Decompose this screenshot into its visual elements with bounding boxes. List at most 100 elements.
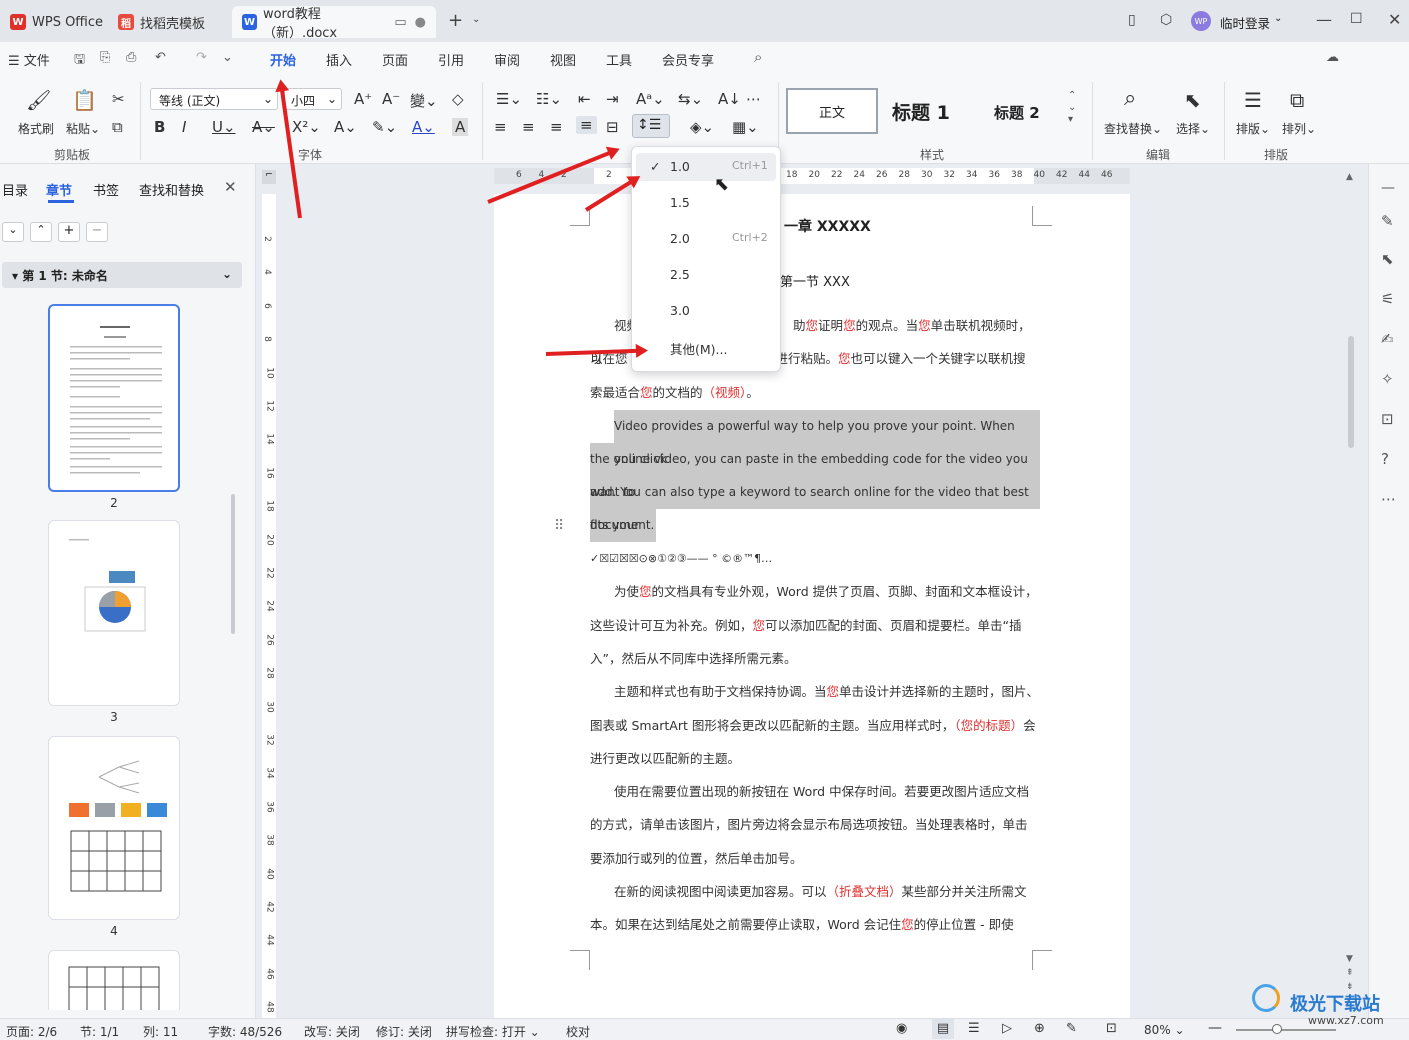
line-spacing-option-3.0[interactable]: 3.0 (636, 297, 776, 325)
maximize-icon[interactable]: ☐ (1350, 11, 1363, 27)
menu-tools[interactable]: 工具 (606, 50, 632, 69)
text-effect-icon[interactable]: A⌄ (334, 118, 357, 136)
arrange-button[interactable]: 排版⌄ (1236, 120, 1270, 137)
border-icon[interactable]: ▦⌄ (732, 118, 759, 136)
grow-font-icon[interactable]: A⁺ (354, 90, 372, 108)
shading-icon[interactable]: ◈⌄ (690, 118, 714, 136)
italic-icon[interactable]: I (182, 118, 186, 136)
file-menu[interactable]: ☰ 文件 (8, 50, 50, 69)
drag-handle-icon[interactable]: ⠿ (554, 518, 564, 534)
cube-icon[interactable]: ⬡ (1160, 12, 1172, 28)
line-spacing-option-1.5[interactable]: 1.5 (636, 189, 776, 217)
line-spacing-option-1.0[interactable]: ✓ 1.0 Ctrl+1 (636, 153, 776, 181)
paste-button[interactable]: 粘贴⌄ (66, 120, 100, 137)
layout-icon[interactable]: ▯ (1128, 12, 1136, 28)
line-spacing-button[interactable]: ↕☰ (632, 114, 670, 138)
style-heading2[interactable]: 标题 2 (994, 102, 1040, 123)
menu-home[interactable]: 开始 (270, 50, 296, 69)
paragraph-mark-icon[interactable]: ⋯ (746, 90, 761, 108)
fit-page-icon[interactable]: ⊡ (1106, 1021, 1117, 1036)
more-icon[interactable]: ⋯ (1381, 490, 1396, 508)
zoom-slider[interactable] (1236, 1029, 1336, 1031)
page-thumbnail-3[interactable] (48, 520, 180, 706)
line-spacing-option-2.5[interactable]: 2.5 (636, 261, 776, 289)
remove-section-icon[interactable]: − (86, 222, 108, 242)
menu-view[interactable]: 视图 (550, 50, 576, 69)
more-chevron-icon[interactable]: ⌄ (222, 50, 233, 65)
status-revise[interactable]: 修订: 关闭 (376, 1023, 432, 1040)
page-thumbnail-2[interactable] (48, 304, 180, 492)
superscript-icon[interactable]: X²⌄ (292, 118, 321, 136)
collapse-icon[interactable]: ⌄ (2, 222, 24, 242)
collapse-sidebar-icon[interactable]: — (1381, 180, 1395, 196)
status-spellcheck[interactable]: 拼写检查: 打开 ⌄ (446, 1023, 540, 1040)
redo-icon[interactable]: ↷ (196, 50, 207, 65)
status-page[interactable]: 页面: 2/6 (6, 1023, 57, 1040)
page-thumbnail-4[interactable] (48, 736, 180, 920)
zoom-slider-thumb[interactable] (1272, 1024, 1282, 1034)
shrink-font-icon[interactable]: A⁻ (382, 90, 400, 108)
underline-icon[interactable]: U⌄ (212, 118, 236, 136)
minimize-icon[interactable]: — (1316, 10, 1332, 29)
increase-indent-icon[interactable]: ⇥ (606, 90, 619, 108)
ruler-corner-icon[interactable]: ⌐ (262, 170, 276, 184)
copy-icon[interactable]: ⧉ (112, 118, 123, 136)
chevron-down-icon[interactable]: ⌄ (472, 14, 480, 25)
format-painter-button[interactable]: 格式刷 (18, 120, 54, 137)
export-icon[interactable]: ⎘ (100, 50, 110, 65)
menu-page[interactable]: 页面 (382, 50, 408, 69)
new-tab-plus-icon[interactable]: + (448, 10, 463, 31)
menu-review[interactable]: 审阅 (494, 50, 520, 69)
bullet-list-icon[interactable]: ☰⌄ (496, 90, 522, 108)
undo-icon[interactable]: ↶ (155, 50, 166, 65)
find-replace-icon[interactable]: ⌕ (1124, 86, 1136, 111)
pen-mode-icon[interactable]: ✎ (1066, 1021, 1077, 1036)
add-section-icon[interactable]: + (58, 222, 80, 242)
scroll-up-icon[interactable]: ▲ (1346, 172, 1353, 182)
decrease-indent-icon[interactable]: ⇤ (578, 90, 591, 108)
ai-write-icon[interactable]: ✍ (1381, 330, 1394, 348)
section-item[interactable]: ▾ 第 1 节: 未命名 ⌄ (2, 262, 242, 288)
zoom-out-icon[interactable]: — (1208, 1020, 1222, 1036)
convert-icon[interactable]: ⇆⌄ (678, 90, 703, 108)
eye-icon[interactable]: ◉ (896, 1021, 907, 1036)
order-button[interactable]: 排列⌄ (1282, 120, 1316, 137)
font-size-select[interactable]: 小四 ⌄ (284, 88, 342, 110)
menu-references[interactable]: 引用 (438, 50, 464, 69)
doc-scrollbar[interactable] (1348, 336, 1354, 448)
styles-scroll-icon[interactable]: ⌃ ⌄ ▾ (1068, 90, 1076, 126)
status-proofread[interactable]: 校对 (566, 1023, 590, 1040)
select-cursor-icon[interactable]: ⬉ (1184, 88, 1201, 112)
user-name[interactable]: 临时登录 (1220, 13, 1270, 32)
nav-tab-find[interactable]: 查找和替换 (139, 180, 204, 199)
scroll-down-icon[interactable]: ▼ ⇞ ⇟ (1346, 952, 1354, 994)
align-center-icon[interactable]: ≡ (522, 118, 535, 136)
user-chevron-icon[interactable]: ⌄ (1274, 13, 1282, 24)
close-panel-icon[interactable]: ✕ (224, 178, 237, 196)
char-shading-icon[interactable]: A (452, 118, 469, 136)
arrange-icon[interactable]: ☰ (1244, 88, 1262, 112)
phonetic-icon[interactable]: 變⌄ (410, 90, 438, 111)
web-view-icon[interactable]: ⊕ (1034, 1021, 1045, 1036)
book-search-icon[interactable]: ⊡ (1381, 410, 1394, 428)
page-thumbnail-5[interactable] (48, 950, 180, 1010)
status-column[interactable]: 列: 11 (143, 1023, 178, 1040)
pen-icon[interactable]: ✎ (1381, 212, 1394, 230)
order-icon[interactable]: ⧉ (1290, 88, 1304, 112)
font-color-icon[interactable]: A⌄ (412, 118, 435, 136)
cut-icon[interactable]: ✂ (112, 90, 125, 108)
print-preview-icon[interactable]: ⎙ (126, 50, 136, 65)
nav-tab-sections[interactable]: 章节 (46, 180, 72, 199)
font-name-select[interactable]: 等线 (正文) ⌄ (150, 88, 278, 110)
bold-icon[interactable]: B (154, 118, 165, 136)
select-button[interactable]: 选择⌄ (1176, 120, 1210, 137)
find-replace-button[interactable]: 查找替换⌄ (1104, 120, 1162, 137)
paste-icon[interactable]: 📋 (72, 88, 97, 112)
nav-tab-bookmarks[interactable]: 书签 (93, 180, 119, 199)
tab-wps-office[interactable]: W WPS Office (0, 6, 113, 38)
sliders-icon[interactable]: ⚟ (1381, 290, 1394, 308)
help-icon[interactable]: ? (1381, 450, 1389, 468)
nav-scrollbar[interactable] (231, 494, 235, 634)
justify-icon[interactable]: ≡ (576, 116, 597, 134)
status-wordcount[interactable]: 字数: 48/526 (208, 1023, 282, 1040)
